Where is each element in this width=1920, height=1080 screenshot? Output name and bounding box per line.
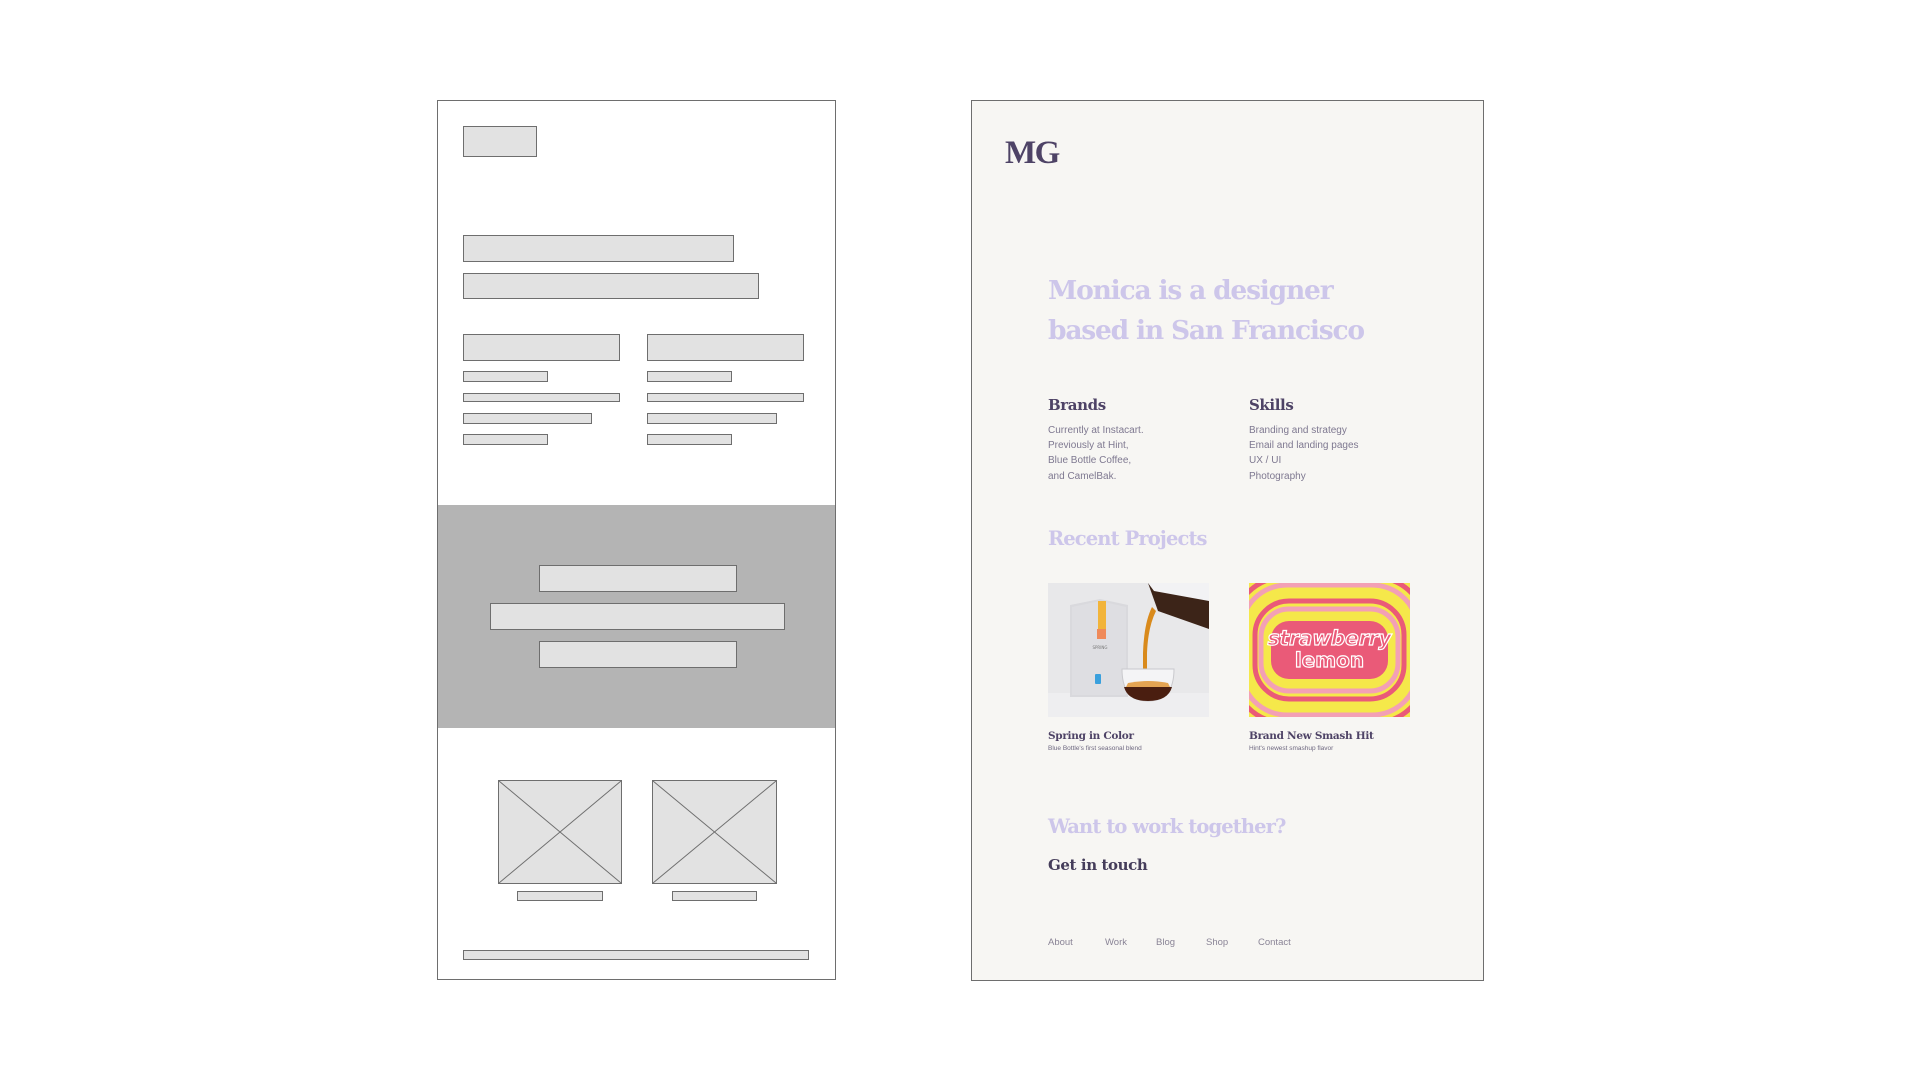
skills-heading: Skills [1249, 396, 1294, 414]
footer-link-work[interactable]: Work [1105, 937, 1156, 948]
project-title[interactable]: Brand New Smash Hit [1249, 730, 1411, 742]
hero-headline: Monica is a designer based in San Franci… [1048, 271, 1448, 351]
brands-heading: Brands [1048, 396, 1106, 414]
wireframe-column-1-line [463, 434, 548, 445]
footer-link-blog[interactable]: Blog [1156, 937, 1206, 948]
bag-label: SPRING [1092, 645, 1107, 650]
design-mockup-panel: MG Monica is a designer based in San Fra… [971, 100, 1484, 981]
wireframe-band-line-2 [490, 603, 785, 630]
wireframe-column-2-heading [647, 334, 804, 361]
brands-line: Currently at Instacart. [1048, 425, 1144, 436]
wireframe-column-2-line [647, 413, 777, 424]
project-card[interactable]: strawberry lemon Brand New Smash Hit Hin… [1249, 583, 1411, 752]
coffee-pour-photo[interactable]: SPRING [1048, 583, 1209, 717]
wireframe-logo-placeholder [463, 126, 537, 157]
project-title[interactable]: Spring in Color [1048, 730, 1210, 742]
recent-projects-heading: Recent Projects [1048, 527, 1208, 550]
skills-line: UX / UI [1249, 455, 1282, 467]
footer-link-about[interactable]: About [1048, 937, 1105, 948]
hero-line-1: Monica is a designer [1048, 275, 1334, 306]
contact-heading: Want to work together? [1048, 815, 1286, 838]
wireframe-projects-heading-band [438, 505, 835, 728]
art-text-lemon: lemon [1295, 648, 1364, 672]
wireframe-band-line-3 [539, 641, 737, 668]
wireframe-column-1-line [463, 371, 548, 382]
get-in-touch-link[interactable]: Get in touch [1048, 856, 1148, 874]
footer-nav: About Work Blog Shop Contact [1048, 937, 1291, 948]
wireframe-image-caption [517, 891, 603, 901]
wireframe-panel [437, 100, 836, 980]
brands-column: Brands Currently at Instacart. Previousl… [1048, 395, 1228, 484]
wireframe-column-2-line [647, 434, 732, 445]
logo[interactable]: MG [1005, 135, 1060, 172]
footer-link-contact[interactable]: Contact [1258, 937, 1291, 948]
wireframe-band-line-1 [539, 565, 737, 592]
image-placeholder-cross-icon [653, 781, 776, 883]
wireframe-column-1-line [463, 413, 592, 424]
wireframe-image-caption [672, 891, 757, 901]
hero-line-2: based in San Francisco [1048, 315, 1365, 346]
brands-line: Previously at Hint, [1048, 440, 1129, 452]
wireframe-headline-line-1 [463, 235, 734, 262]
brands-line: and CamelBak. [1048, 470, 1117, 482]
skills-line: Photography [1249, 470, 1306, 482]
strawberry-lemon-illustration: strawberry lemon [1249, 583, 1410, 717]
art-text-strawberry: strawberry [1268, 626, 1393, 650]
project-subtitle: Hint's newest smashup flavor [1249, 745, 1334, 752]
skills-column: Skills Branding and strategy Email and l… [1249, 395, 1429, 484]
brands-line: Blue Bottle Coffee, [1048, 455, 1132, 467]
coffee-pour-illustration: SPRING [1048, 583, 1209, 717]
wireframe-image-placeholder [498, 780, 622, 884]
project-subtitle: Blue Bottle's first seasonal blend [1048, 745, 1142, 752]
wireframe-column-2-line [647, 393, 804, 402]
skills-line: Email and landing pages [1249, 440, 1359, 452]
wireframe-footer-bar [463, 950, 809, 960]
wireframe-image-placeholder [652, 780, 777, 884]
project-card[interactable]: SPRING Spring in Color Blue Bottle's fir… [1048, 583, 1210, 752]
wireframe-column-1-heading [463, 334, 620, 361]
footer-link-shop[interactable]: Shop [1206, 937, 1258, 948]
strawberry-lemon-art[interactable]: strawberry lemon [1249, 583, 1410, 717]
wireframe-headline-line-2 [463, 273, 759, 299]
skills-line: Branding and strategy [1249, 425, 1347, 436]
image-placeholder-cross-icon [499, 781, 621, 883]
wireframe-column-2-line [647, 371, 732, 382]
wireframe-column-1-line [463, 393, 620, 402]
